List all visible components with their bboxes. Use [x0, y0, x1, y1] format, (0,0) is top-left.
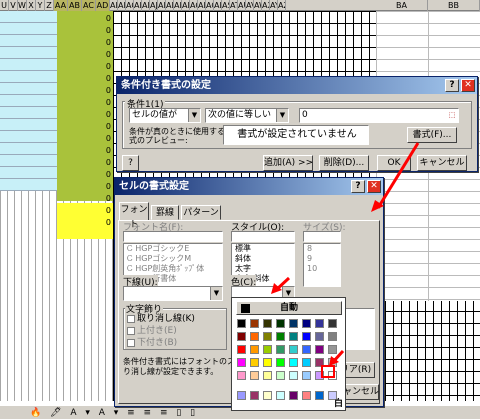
annotation-arrows: [271, 142, 420, 378]
arrow-to-dialog-icon: [376, 142, 420, 209]
tab-font[interactable]: フォント: [119, 202, 149, 230]
white-swatch-highlight: [321, 365, 335, 378]
